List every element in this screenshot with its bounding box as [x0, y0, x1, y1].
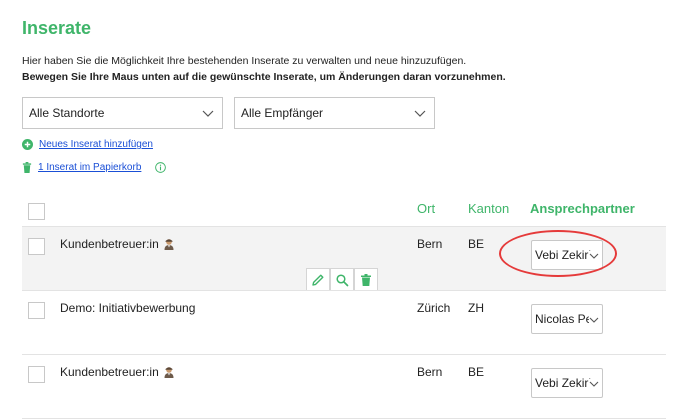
- contact-person-value: Nicolas Pe: [535, 312, 593, 326]
- person-emoji-icon: [164, 239, 174, 250]
- intro-line-2: Bewegen Sie Ihre Maus unten auf die gewü…: [22, 71, 506, 83]
- location-filter-select[interactable]: Alle Standorte: [22, 97, 223, 129]
- ad-title: Kundenbetreuer:in: [60, 237, 175, 251]
- table-row[interactable]: Kundenbetreuer:in Bern BE Vebi Zekiri: [22, 226, 666, 291]
- trash-icon[interactable]: [22, 162, 32, 173]
- location-filter-value: Alle Standorte: [29, 106, 105, 120]
- plus-circle-icon[interactable]: [22, 139, 33, 150]
- ad-ort: Bern: [417, 237, 443, 251]
- contact-person-select[interactable]: Vebi Zekiri: [531, 368, 603, 398]
- table-row[interactable]: Kundenbetreuer:in Bern BE Vebi Zekiri: [22, 354, 666, 419]
- column-header-contact[interactable]: Ansprechpartner: [530, 201, 635, 216]
- edit-button[interactable]: [306, 268, 330, 291]
- column-header-kanton[interactable]: Kanton: [468, 201, 509, 216]
- row-checkbox[interactable]: [28, 238, 45, 255]
- ad-ort: Bern: [417, 365, 443, 379]
- chevron-down-icon: [589, 251, 599, 261]
- person-emoji-icon: [164, 367, 174, 378]
- delete-button[interactable]: [354, 268, 378, 291]
- contact-person-value: Vebi Zekiri: [535, 376, 592, 390]
- intro-line-1: Hier haben Sie die Möglichkeit Ihre best…: [22, 55, 467, 67]
- trash-link[interactable]: 1 Inserat im Papierkorb: [38, 162, 141, 173]
- ad-kanton: ZH: [468, 301, 484, 315]
- chevron-down-icon: [414, 110, 426, 117]
- select-all-checkbox[interactable]: [28, 203, 45, 220]
- contact-person-select[interactable]: Nicolas Pe: [531, 304, 603, 334]
- row-checkbox[interactable]: [28, 302, 45, 319]
- row-tools: [306, 268, 378, 291]
- recipient-filter-select[interactable]: Alle Empfänger: [234, 97, 435, 129]
- info-icon[interactable]: [155, 162, 167, 173]
- new-ad-link[interactable]: Neues Inserat hinzufügen: [39, 139, 153, 150]
- contact-person-value: Vebi Zekiri: [535, 248, 592, 262]
- search-icon: [336, 273, 349, 286]
- ad-kanton: BE: [468, 365, 485, 379]
- table-row[interactable]: Demo: Initiativbewerbung Zürich ZH Nicol…: [22, 290, 666, 354]
- trash-action: 1 Inserat im Papierkorb: [22, 162, 167, 173]
- column-header-ort[interactable]: Ort: [417, 201, 435, 216]
- chevron-down-icon: [589, 379, 599, 389]
- edit-icon: [312, 274, 324, 286]
- page-title: Inserate: [22, 18, 92, 38]
- recipient-filter-value: Alle Empfänger: [241, 106, 324, 120]
- ad-ort: Zürich: [417, 301, 451, 315]
- ad-title: Kundenbetreuer:in: [60, 365, 175, 379]
- ad-title: Demo: Initiativbewerbung: [60, 301, 195, 315]
- ad-title-text: Demo: Initiativbewerbung: [60, 301, 196, 315]
- intro-text: Hier haben Sie die Möglichkeit Ihre best…: [22, 53, 506, 85]
- ad-kanton: BE: [468, 237, 485, 251]
- new-ad-action: Neues Inserat hinzufügen: [22, 139, 153, 150]
- chevron-down-icon: [589, 315, 599, 325]
- row-checkbox[interactable]: [28, 366, 45, 383]
- chevron-down-icon: [202, 110, 214, 117]
- preview-button[interactable]: [330, 268, 354, 291]
- ad-title-text: Kundenbetreuer:in: [60, 237, 159, 251]
- ad-title-text: Kundenbetreuer:in: [60, 365, 159, 379]
- trash-icon: [361, 273, 371, 286]
- contact-person-select[interactable]: Vebi Zekiri: [531, 240, 603, 270]
